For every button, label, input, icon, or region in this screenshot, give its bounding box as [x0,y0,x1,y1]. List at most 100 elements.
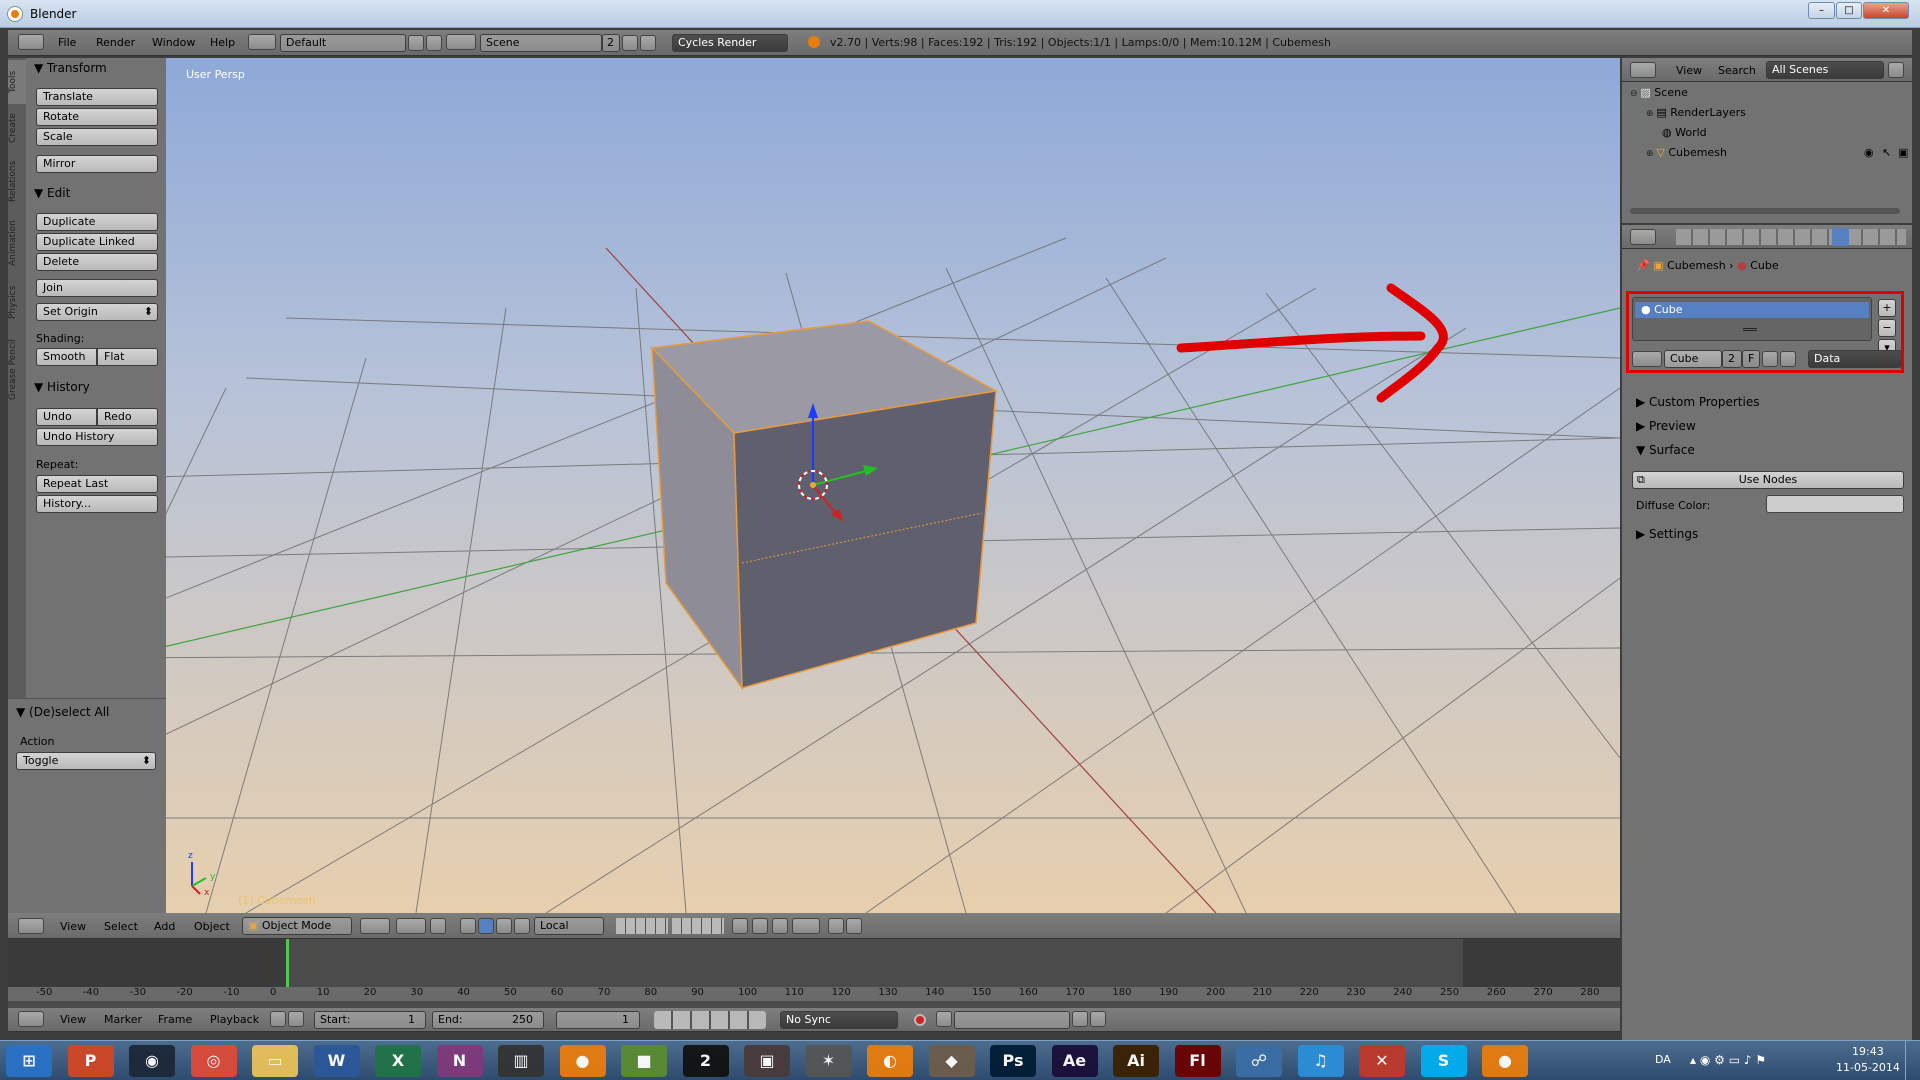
render-anim-icon[interactable] [846,918,862,934]
lock-range-icon[interactable] [288,1011,304,1027]
show-desktop-button[interactable] [1905,1041,1920,1080]
current-frame-field[interactable]: 1 [556,1011,640,1029]
taskbar-minecraft-icon[interactable]: ■ [621,1045,667,1077]
orientation-icon[interactable] [514,918,530,934]
translate-button[interactable]: Translate [36,88,158,106]
delete-keyframe-icon[interactable] [1090,1011,1106,1027]
taskbar-photoshop-icon[interactable]: Ps [990,1045,1036,1077]
scene-selector[interactable]: Scene [480,34,602,52]
taskbar-zbrush-icon[interactable]: ✶ [805,1045,852,1077]
view-menu[interactable]: View [60,920,86,933]
manipulator-toggle-icon[interactable] [430,918,446,934]
outliner-menu-view[interactable]: View [1676,64,1702,77]
join-button[interactable]: Join [36,279,158,297]
outliner-item-cubemesh[interactable]: ⊕ ▽ Cubemesh ◉ ↖ ▣ [1646,146,1908,164]
taskbar-game-icon[interactable]: ▣ [744,1045,790,1077]
add-slot-button[interactable]: + [1878,299,1896,317]
fake-user-button[interactable]: F [1742,350,1760,368]
history-panel-header[interactable]: ▼ History [34,380,90,394]
outliner-filter[interactable]: All Scenes [1766,61,1884,79]
timeline-frame-menu[interactable]: Frame [158,1013,192,1026]
undo-history-button[interactable]: Undo History [36,428,158,446]
set-origin-menu[interactable]: Set Origin ⬍ [36,303,158,321]
list-resize-grip[interactable] [1743,328,1757,331]
layout-icon[interactable] [248,34,276,50]
outliner-scrollbar[interactable] [1630,208,1900,214]
operator-panel-header[interactable]: ▼ (De)select All [16,705,109,719]
timeline-view-menu[interactable]: View [60,1013,86,1026]
tab-tools[interactable]: Tools [8,60,26,104]
duplicate-button[interactable]: Duplicate [36,213,158,231]
scale-button[interactable]: Scale [36,128,158,146]
maximize-button[interactable]: □ [1836,2,1862,19]
proportional-edit-icon[interactable] [752,918,768,934]
taskbar-after-effects-icon[interactable]: Ae [1051,1045,1098,1077]
material-slot-row[interactable]: ● Cube [1635,302,1869,318]
snap-toggle-icon[interactable] [772,918,788,934]
taskbar-gimp-icon[interactable]: ◆ [928,1045,975,1077]
duplicate-linked-button[interactable]: Duplicate Linked [36,233,158,251]
outliner-editor-icon[interactable] [1630,62,1656,78]
keying-set-icon[interactable] [936,1011,952,1027]
taskbar-tools-icon[interactable]: ✕ [1359,1045,1405,1077]
timeline[interactable]: -50 -40 -30 -20 -10 0 10 20 30 40 50 60 70 80 90 100 110… [8,939,1620,1015]
pin-icon[interactable]: 📌 [1636,259,1653,272]
tab-relations[interactable]: Relations [8,152,26,210]
taskbar-onenote-icon[interactable]: N [436,1045,483,1077]
taskbar-powerpoint-icon[interactable]: P [67,1045,114,1077]
close-button[interactable]: ✕ [1863,2,1909,19]
tab-animation[interactable]: Animation [8,212,26,274]
current-frame-line[interactable] [286,939,289,987]
edit-panel-header[interactable]: ▼ Edit [34,186,70,200]
preview-range-icon[interactable] [270,1011,286,1027]
outliner-item-scene[interactable]: ⊖ ▨ Scene [1630,86,1910,104]
outliner-menu-search[interactable]: Search [1718,64,1756,77]
layout-selector[interactable]: Default [280,34,406,52]
taskbar-origin-icon[interactable]: 2 [682,1045,729,1077]
menu-help[interactable]: Help [210,36,235,49]
taskbar-illustrator-icon[interactable]: Ai [1113,1045,1159,1077]
outliner-item-world[interactable]: ◍ World [1662,126,1902,144]
layers-grid-2[interactable] [672,918,724,934]
tab-grease-pencil[interactable]: Grease Pencil [8,330,26,410]
surface-panel[interactable]: ▼ Surface [1636,443,1695,457]
preview-panel[interactable]: ▶ Preview [1636,419,1696,433]
record-icon[interactable] [914,1014,926,1026]
render-engine-selector[interactable]: Cycles Render [672,34,788,52]
link-selector[interactable]: Data [1808,350,1902,368]
layout-add-icon[interactable] [408,35,424,51]
layers-grid-1[interactable] [616,918,668,934]
object-menu[interactable]: Object [194,920,230,933]
add-menu[interactable]: Add [154,920,175,933]
mode-selector[interactable]: ▣ Object Mode [242,917,352,935]
snap-element-icon[interactable] [792,918,820,934]
tab-create[interactable]: Create [8,106,26,150]
scene-add-icon[interactable] [622,35,638,51]
material-browse-icon[interactable] [1632,351,1662,367]
3d-viewport[interactable]: User Persp x y z (1) Cubemesh [166,58,1620,913]
layout-remove-icon[interactable] [426,35,442,51]
taskbar-flash-icon[interactable]: Fl [1174,1045,1221,1077]
taskbar-excel-icon[interactable]: X [375,1045,421,1077]
scene-remove-icon[interactable] [640,35,656,51]
taskbar-start-button-icon[interactable]: ⊞ [6,1045,52,1077]
taskbar-blender-2-icon[interactable]: ◐ [867,1045,913,1077]
outliner-item-renderlayers[interactable]: ⊕ ▤ RenderLayers [1646,106,1906,124]
start-frame-field[interactable]: Start: 1 [314,1011,426,1029]
mirror-button[interactable]: Mirror [36,155,158,173]
remove-slot-button[interactable]: − [1878,319,1896,337]
diffuse-color-swatch[interactable] [1766,495,1904,513]
clock-date[interactable]: 11-05-2014 [1836,1061,1900,1074]
visibility-eye-icon[interactable]: ◉ [1864,146,1874,159]
timeline-editor-icon[interactable] [18,1011,44,1027]
pivot-point-icon[interactable] [396,918,426,934]
rotate-manipulator-icon[interactable] [478,918,494,934]
menu-file[interactable]: File [58,36,76,49]
3d-view-editor-icon[interactable] [18,918,44,934]
custom-properties-panel[interactable]: ▶ Custom Properties [1636,395,1759,409]
sync-selector[interactable]: No Sync [780,1011,898,1029]
playback-controls[interactable] [654,1011,766,1029]
taskbar-fl-studio-icon[interactable]: ▥ [498,1045,544,1077]
taskbar-network-icon[interactable]: ☍ [1236,1045,1282,1077]
taskbar-word-icon[interactable]: W [313,1045,360,1077]
